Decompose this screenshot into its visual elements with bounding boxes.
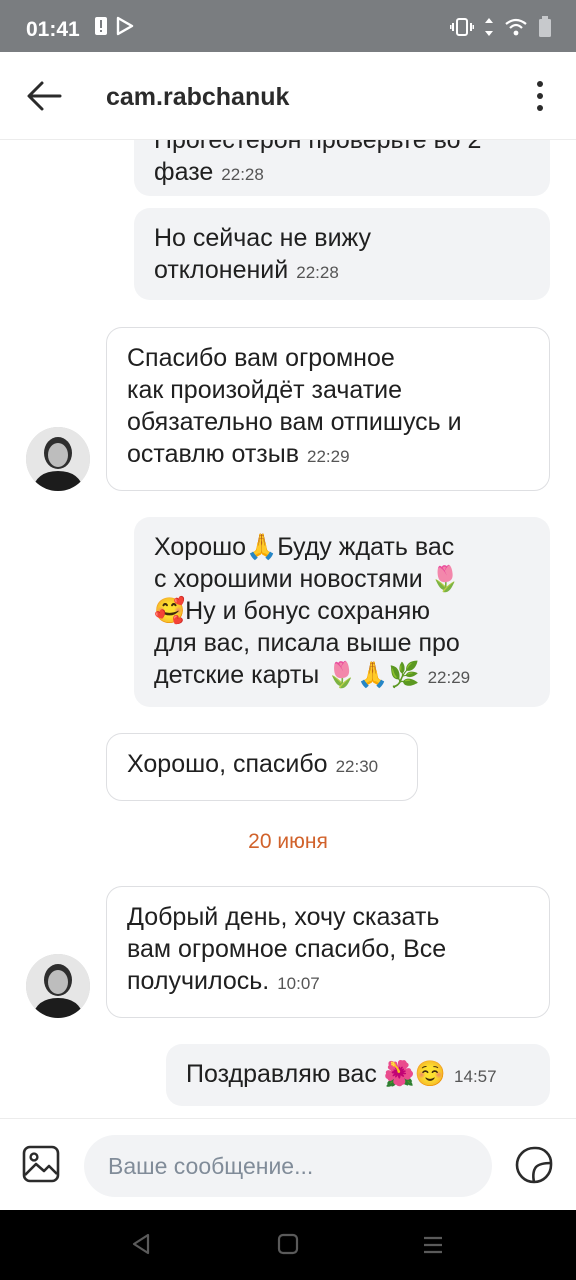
status-bar: 01:41 <box>0 0 576 52</box>
message-text-line: получилось. <box>127 967 270 995</box>
message-text-line: Хорошо🙏Буду ждать вас <box>154 533 455 561</box>
outgoing-message[interactable]: Прогестерон проверьте во 2 фазе 22:28 <box>134 140 550 196</box>
incoming-message[interactable]: Добрый день, хочу сказать вам огромное с… <box>106 886 550 1018</box>
message-text-line: как произойдёт зачатие <box>127 376 403 404</box>
message-text-line: Поздравляю вас 🌺☺️ <box>186 1060 447 1088</box>
wifi-icon <box>504 17 528 37</box>
vibrate-icon <box>450 17 474 37</box>
chat-title[interactable]: cam.rabchanuk <box>106 83 289 112</box>
status-time: 01:41 <box>26 18 80 41</box>
more-vertical-icon[interactable] <box>528 78 552 114</box>
message-text-line: вам огромное спасибо, Все <box>127 935 447 963</box>
message-text-line: отклонений <box>154 256 289 284</box>
nav-home-icon[interactable] <box>276 1232 300 1261</box>
outgoing-message[interactable]: Поздравляю вас 🌺☺️ 14:57 <box>166 1044 550 1106</box>
message-composer <box>0 1118 576 1210</box>
system-navigation-bar <box>0 1210 576 1280</box>
message-time: 22:29 <box>307 447 350 466</box>
message-text-line: Но сейчас не вижу <box>154 224 372 252</box>
avatar[interactable] <box>26 954 90 1018</box>
data-arrows-icon <box>484 17 494 37</box>
message-text-line: Прогестерон проверьте во 2 <box>154 140 482 154</box>
message-list[interactable]: Прогестерон проверьте во 2 фазе 22:28 Но … <box>0 140 576 1118</box>
message-time: 14:57 <box>454 1067 497 1086</box>
message-text-line: Спасибо вам огромное <box>127 344 395 372</box>
incoming-message[interactable]: Спасибо вам огромное как произойдёт зача… <box>106 327 550 491</box>
nav-back-icon[interactable] <box>130 1232 152 1261</box>
outgoing-message[interactable]: Но сейчас не вижу отклонений 22:28 <box>134 208 550 300</box>
message-text-line: 🥰Ну и бонус сохраняю <box>154 597 431 625</box>
message-time: 10:07 <box>277 974 320 993</box>
avatar[interactable] <box>26 427 90 491</box>
alert-icon <box>94 16 108 36</box>
image-icon[interactable] <box>22 1145 60 1183</box>
message-text-line: для вас, писала выше про <box>154 629 460 657</box>
arrow-left-icon[interactable] <box>26 80 62 112</box>
incoming-message[interactable]: Хорошо, спасибо 22:30 <box>106 733 418 801</box>
message-time: 22:30 <box>335 757 379 776</box>
outgoing-message[interactable]: Хорошо🙏Буду ждать вас с хорошими новостя… <box>134 517 550 707</box>
message-text-line: фазе <box>154 158 214 186</box>
nav-recents-icon[interactable] <box>422 1234 444 1261</box>
message-time: 22:29 <box>427 668 471 687</box>
message-text-line: оставлю отзыв <box>127 440 299 468</box>
battery-icon <box>538 16 552 38</box>
sticker-icon[interactable] <box>514 1145 554 1185</box>
play-store-icon <box>116 16 134 36</box>
message-text-line: Хорошо, спасибо <box>127 750 328 778</box>
chat-header: cam.rabchanuk <box>0 52 576 140</box>
message-text-line: с хорошими новостями 🌷 <box>154 565 461 593</box>
message-text-line: детские карты 🌷🙏🌿 <box>154 661 420 689</box>
message-text-line: обязательно вам отпишусь и <box>127 408 462 436</box>
date-separator: 20 июня <box>248 830 328 853</box>
message-text-line: Добрый день, хочу сказать <box>127 903 440 931</box>
message-input[interactable] <box>84 1135 492 1197</box>
message-time: 22:28 <box>221 165 264 184</box>
message-time: 22:28 <box>296 263 339 282</box>
